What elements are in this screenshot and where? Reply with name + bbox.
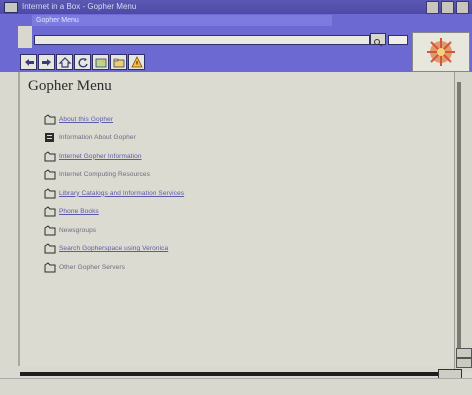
close-button[interactable] bbox=[456, 1, 469, 14]
gopher-menu-list: About this Gopher Information About Goph… bbox=[44, 110, 184, 277]
back-icon bbox=[25, 59, 34, 66]
navigation-toolbar bbox=[20, 54, 145, 70]
menu-link[interactable]: Library Catalogs and Information Service… bbox=[59, 190, 184, 197]
folder-icon bbox=[44, 114, 56, 125]
folder-icon bbox=[44, 151, 56, 162]
reload-icon bbox=[78, 58, 88, 68]
address-field[interactable] bbox=[34, 35, 370, 45]
minimize-button[interactable] bbox=[426, 1, 439, 14]
horizontal-scrollbar[interactable] bbox=[20, 372, 454, 376]
folder-icon bbox=[44, 188, 56, 199]
left-panel-tab bbox=[18, 26, 32, 48]
menu-link[interactable]: About this Gopher bbox=[59, 116, 113, 123]
page-title: Gopher Menu bbox=[28, 78, 112, 94]
vertical-scrollbar[interactable] bbox=[454, 72, 472, 372]
folder-icon bbox=[44, 225, 56, 236]
system-menu-icon[interactable] bbox=[4, 2, 18, 13]
images-button[interactable] bbox=[92, 54, 109, 70]
list-item[interactable]: Phone Books bbox=[44, 203, 184, 222]
open-button[interactable] bbox=[110, 54, 127, 70]
globe-logo-icon bbox=[427, 38, 455, 66]
browser-logo bbox=[412, 32, 470, 72]
title-bar[interactable]: Internet in a Box - Gopher Menu bbox=[0, 0, 472, 14]
folder-icon bbox=[44, 243, 56, 254]
open-icon bbox=[113, 58, 125, 68]
list-item[interactable]: About this Gopher bbox=[44, 110, 184, 129]
menu-link[interactable]: Internet Gopher Information bbox=[59, 153, 142, 160]
list-item[interactable]: Internet Computing Resources bbox=[44, 166, 184, 185]
search-button[interactable] bbox=[370, 33, 386, 47]
window-title: Internet in a Box - Gopher Menu bbox=[22, 2, 137, 11]
home-icon bbox=[58, 57, 72, 68]
scroll-down-button[interactable] bbox=[456, 358, 472, 368]
menu-link[interactable]: Other Gopher Servers bbox=[59, 264, 125, 271]
list-item[interactable]: Internet Gopher Information bbox=[44, 147, 184, 166]
folder-icon bbox=[44, 206, 56, 217]
status-bar bbox=[0, 378, 472, 395]
stop-button[interactable] bbox=[128, 54, 145, 70]
document-view: Gopher Menu About this Gopher Informatio… bbox=[18, 72, 456, 366]
scroll-track[interactable] bbox=[457, 82, 461, 360]
menu-strip[interactable]: Gopher Menu bbox=[32, 15, 332, 26]
home-button[interactable] bbox=[56, 54, 73, 70]
menu-link[interactable]: Newsgroups bbox=[59, 227, 96, 234]
list-item[interactable]: Newsgroups bbox=[44, 221, 184, 240]
list-item[interactable]: Search Gopherspace using Veronica bbox=[44, 240, 184, 259]
menu-link[interactable]: Search Gopherspace using Veronica bbox=[59, 245, 168, 252]
menu-link[interactable]: Information About Gopher bbox=[59, 134, 136, 141]
search-icon bbox=[374, 39, 383, 47]
browser-window: Internet in a Box - Gopher Menu Gopher M… bbox=[0, 0, 472, 395]
reload-button[interactable] bbox=[74, 54, 91, 70]
back-button[interactable] bbox=[20, 54, 37, 70]
list-item[interactable]: Other Gopher Servers bbox=[44, 258, 184, 277]
menu-link[interactable]: Phone Books bbox=[59, 208, 99, 215]
menu-link[interactable]: Internet Computing Resources bbox=[59, 171, 150, 178]
images-icon bbox=[95, 58, 107, 68]
forward-button[interactable] bbox=[38, 54, 55, 70]
stop-icon bbox=[131, 56, 143, 68]
document-icon bbox=[45, 133, 54, 143]
list-item[interactable]: Information About Gopher bbox=[44, 129, 184, 148]
options-field[interactable] bbox=[388, 35, 408, 45]
window-controls bbox=[426, 1, 469, 14]
folder-icon bbox=[44, 262, 56, 273]
list-item[interactable]: Library Catalogs and Information Service… bbox=[44, 184, 184, 203]
scroll-up-button[interactable] bbox=[456, 348, 472, 358]
maximize-button[interactable] bbox=[441, 1, 454, 14]
forward-icon bbox=[42, 59, 51, 66]
folder-icon bbox=[44, 169, 56, 180]
